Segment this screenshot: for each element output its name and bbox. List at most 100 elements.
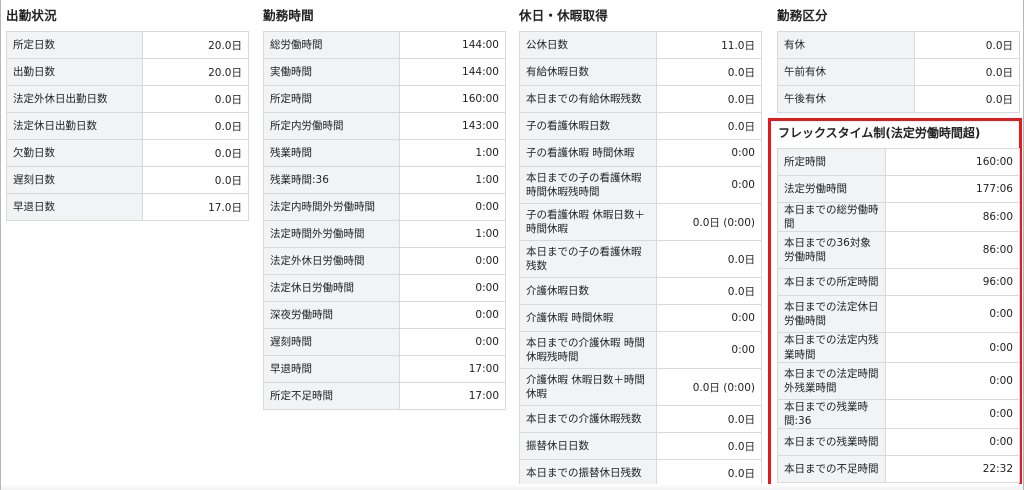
table-row: 法定外休日労働時間 0:00 (263, 247, 506, 275)
table-row: 午前有休 0.0日 (777, 58, 1020, 86)
row-label: 早退時間 (263, 355, 400, 383)
row-value: 17:00 (399, 382, 506, 410)
row-value: 0.0日 (142, 166, 249, 194)
row-value: 0:00 (656, 139, 762, 167)
row-label: 所定時間 (777, 148, 886, 176)
table-row: 欠勤日数 0.0日 (6, 139, 249, 167)
row-value: 0:00 (656, 304, 762, 332)
row-label: 早退日数 (6, 193, 143, 221)
row-label: 所定内労働時間 (263, 112, 400, 140)
row-value: 17:00 (399, 355, 506, 383)
table-row: 子の看護休暇日数 0.0日 (519, 112, 762, 140)
table-row: 残業時間:36 1:00 (263, 166, 506, 194)
row-value: 0.0日 (656, 240, 762, 278)
table-row: 法定内時間外労働時間 0:00 (263, 193, 506, 221)
table-row: 本日までの有給休暇残数 0.0日 (519, 85, 762, 113)
row-value: 0:00 (885, 295, 1020, 334)
row-value: 86:00 (885, 201, 1020, 233)
row-label: 法定時間外労働時間 (263, 220, 400, 248)
holiday-leave-table: 公休日数 11.0日 有給休暇日数 0.0日 本日までの有給休暇残数 0.0日 子の看護休暇… (519, 31, 762, 487)
table-row: 介護休暇 休暇日数＋時間休暇 0.0日 (0:00) (519, 368, 762, 406)
table-row: 有休 0.0日 (777, 31, 1020, 59)
table-row: 法定休日出勤日数 0.0日 (6, 112, 249, 140)
attendance-status-table: 所定日数 20.0日 出勤日数 20.0日 法定外休日出勤日数 0.0日 法定休日出勤日数 0… (6, 31, 249, 221)
row-value: 96:00 (885, 268, 1020, 297)
row-value: 0.0日 (656, 405, 762, 433)
row-value: 0.0日 (656, 277, 762, 305)
table-row: 本日までの残業時間 0:00 (777, 428, 1020, 457)
row-value: 0.0日 (914, 85, 1020, 113)
row-label: 介護休暇 休暇日数＋時間休暇 (519, 368, 657, 406)
row-value: 160:00 (399, 85, 506, 113)
row-label: 本日までの有給休暇残数 (519, 85, 657, 113)
row-label: 有休 (777, 31, 915, 59)
attendance-status-section: 出勤状況 所定日数 20.0日 出勤日数 20.0日 法定外休日出勤日数 0.0日 法定休日… (6, 1, 249, 221)
row-label: 出勤日数 (6, 58, 143, 86)
row-value: 0:00 (399, 247, 506, 275)
row-label: 総労働時間 (263, 31, 400, 59)
row-value: 144:00 (399, 31, 506, 59)
row-value: 160:00 (885, 148, 1020, 176)
work-hours-title: 勤務時間 (263, 8, 314, 23)
table-row: 総労働時間 144:00 (263, 31, 506, 59)
row-value: 0:00 (399, 274, 506, 302)
table-row: 所定時間 160:00 (263, 85, 506, 113)
table-row: 出勤日数 20.0日 (6, 58, 249, 86)
table-row: 子の看護休暇 休暇日数＋時間休暇 0.0日 (0:00) (519, 203, 762, 241)
row-value: 1:00 (399, 166, 506, 194)
row-value: 0:00 (656, 331, 762, 369)
row-label: 子の看護休暇日数 (519, 112, 657, 140)
row-label: 残業時間 (263, 139, 400, 167)
row-value: 0.0日 (656, 459, 762, 487)
row-label: 本日までの総労働時間 (777, 201, 886, 233)
table-row: 早退時間 17:00 (263, 355, 506, 383)
table-row: 子の看護休暇 時間休暇 0:00 (519, 139, 762, 167)
row-value: 177:06 (885, 175, 1020, 203)
row-value: 0:00 (656, 166, 762, 204)
table-row: 本日までの法定時間外残業時間 0:00 (777, 361, 1020, 400)
table-row: 本日までの法定内残業時間 0:00 (777, 332, 1020, 363)
row-label: 本日までの残業時間:36 (777, 398, 886, 430)
table-row: 介護休暇日数 0.0日 (519, 277, 762, 305)
row-value: 0.0日 (656, 85, 762, 113)
row-label: 本日までの介護休暇残数 (519, 405, 657, 433)
row-value: 0.0日 (0:00) (656, 368, 762, 406)
row-label: 介護休暇 時間休暇 (519, 304, 657, 332)
row-value: 144:00 (399, 58, 506, 86)
row-label: 子の看護休暇 休暇日数＋時間休暇 (519, 203, 657, 241)
row-value: 0:00 (399, 328, 506, 356)
row-value: 143:00 (399, 112, 506, 140)
row-label: 所定不足時間 (263, 382, 400, 410)
row-value: 0.0日 (656, 112, 762, 140)
row-label: 遅刻時間 (263, 328, 400, 356)
row-label: 有給休暇日数 (519, 58, 657, 86)
table-row: 本日までの介護休暇残数 0.0日 (519, 405, 762, 433)
row-value: 0.0日 (656, 432, 762, 460)
bottom-fade (1, 484, 1023, 490)
row-value: 0.0日 (142, 139, 249, 167)
table-row: 本日までの子の看護休暇残数 0.0日 (519, 240, 762, 278)
table-row: 残業時間 1:00 (263, 139, 506, 167)
row-label: 法定外休日労働時間 (263, 247, 400, 275)
row-value: 1:00 (399, 220, 506, 248)
row-label: 午後有休 (777, 85, 915, 113)
row-label: 本日までの法定内残業時間 (777, 332, 886, 363)
table-row: 本日までの法定休日労働時間 0:00 (777, 295, 1020, 334)
attendance-status-title: 出勤状況 (6, 8, 57, 23)
row-label: 所定時間 (263, 85, 400, 113)
row-label: 子の看護休暇 時間休暇 (519, 139, 657, 167)
row-value: 11.0日 (656, 31, 762, 59)
table-row: 所定時間 160:00 (777, 148, 1020, 176)
work-hours-table: 総労働時間 144:00 実働時間 144:00 所定時間 160:00 所定内労働時間 14… (263, 31, 506, 410)
holiday-leave-title: 休日・休暇取得 (519, 8, 608, 23)
row-label: 本日までの振替休日残数 (519, 459, 657, 487)
flex-time-section: 所定時間 160:00 法定労働時間 177:06 本日までの総労働時間 86:00 本日ま… (777, 148, 1020, 484)
table-row: 法定時間外労働時間 1:00 (263, 220, 506, 248)
row-label: 本日までの子の看護休暇時間休暇残時間 (519, 166, 657, 204)
row-label: 実働時間 (263, 58, 400, 86)
table-row: 深夜労働時間 0:00 (263, 301, 506, 329)
row-value: 0:00 (399, 301, 506, 329)
row-value: 0.0日 (0:00) (656, 203, 762, 241)
row-value: 0.0日 (142, 85, 249, 113)
table-row: 本日までの不足時間 22:32 (777, 455, 1020, 484)
